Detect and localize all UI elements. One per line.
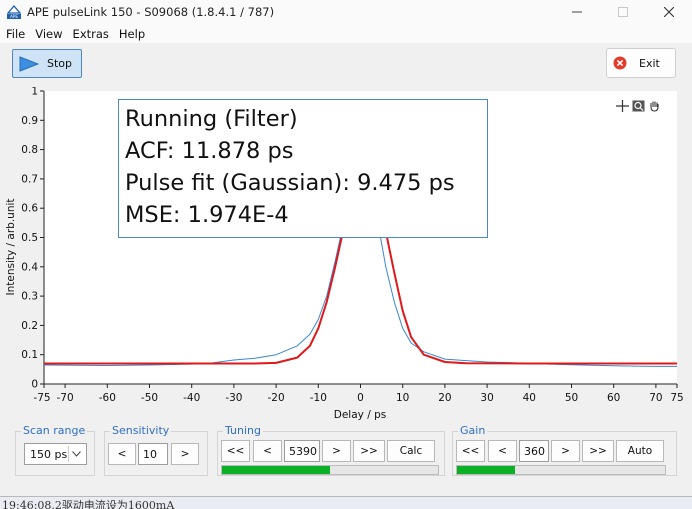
gain-forward-button[interactable]: > — [551, 440, 580, 462]
tuning-calc-button[interactable]: Calc — [387, 440, 435, 462]
tuning-forward-button[interactable]: > — [322, 440, 351, 462]
y-tick-label: 0.6 — [21, 203, 38, 215]
close-button[interactable] — [646, 0, 692, 24]
play-icon — [19, 55, 39, 72]
x-tick-label: -75 — [33, 392, 50, 404]
scan-range-select[interactable]: 150 ps — [24, 443, 87, 465]
menu-file[interactable]: File — [0, 27, 30, 41]
scan-range-group: Scan range 150 ps — [15, 425, 95, 476]
stop-button[interactable]: Stop — [12, 49, 82, 78]
fit-mse: MSE: 1.974E-4 — [125, 202, 289, 228]
tuning-progress-fill — [222, 466, 330, 474]
maximize-button[interactable] — [600, 0, 646, 24]
sensitivity-input[interactable]: 10 — [138, 443, 168, 465]
fit-acf: ACF: 11.878 ps — [125, 138, 294, 164]
x-tick-label: 10 — [396, 392, 409, 404]
ape-logo-icon: APE — [6, 5, 22, 19]
x-tick-label: -30 — [225, 392, 242, 404]
gain-auto-button[interactable]: Auto — [616, 440, 664, 462]
gain-back-button[interactable]: < — [488, 440, 517, 462]
control-groups: Scan range 150 ps Sensitivity < 10 > Tun… — [0, 422, 692, 497]
y-tick-label: 0.4 — [21, 261, 38, 273]
y-tick-label: 1 — [31, 87, 38, 98]
gain-group: Gain << < 360 > >> Auto — [452, 425, 677, 476]
stop-button-label: Stop — [47, 57, 73, 70]
plot-area[interactable]: -75 -70 -60 -50 -40 -30 -20 -10 0 10 20 30 40 50 60 70 7… — [0, 87, 692, 422]
x-tick-label: 0 — [357, 392, 364, 404]
sensitivity-group: Sensitivity < 10 > — [104, 425, 208, 476]
toolbar: Stop Exit — [0, 43, 692, 87]
exit-button-label: Exit — [639, 56, 660, 70]
y-tick-label: 0.5 — [21, 232, 38, 244]
maximize-icon — [618, 7, 628, 17]
x-tick-label: -20 — [268, 392, 285, 404]
tuning-group: Tuning << < 5390 > >> Calc — [217, 425, 445, 476]
minimize-icon — [572, 11, 582, 13]
gain-title: Gain — [458, 424, 488, 437]
menu-bar: File View Extras Help — [0, 24, 692, 43]
fit-pulse: Pulse fit (Gaussian): 9.475 ps — [125, 170, 455, 196]
main-window: APE APE pulseLink 150 - S09068 (1.8.4.1 … — [0, 0, 692, 497]
gain-fast-back-button[interactable]: << — [456, 440, 485, 462]
exit-icon — [613, 56, 627, 70]
gain-fast-forward-button[interactable]: >> — [582, 440, 614, 462]
window-controls — [554, 0, 692, 24]
title-bar: APE APE pulseLink 150 - S09068 (1.8.4.1 … — [0, 0, 692, 24]
x-tick-label: -10 — [310, 392, 327, 404]
menu-help[interactable]: Help — [114, 27, 150, 41]
close-icon — [664, 7, 674, 17]
x-tick-label: -60 — [99, 392, 116, 404]
y-tick-label: 0.2 — [21, 320, 38, 332]
minimize-button[interactable] — [554, 0, 600, 24]
scan-range-value: 150 ps — [30, 447, 68, 461]
tuning-progress-bar — [221, 465, 439, 475]
chevron-down-icon — [68, 446, 84, 462]
x-tick-label: 50 — [565, 392, 578, 404]
y-ticks: 0 0.1 0.2 0.3 0.4 0.5 0.6 0.7 0.8 0.9 1 — [21, 87, 44, 391]
exit-button[interactable]: Exit — [606, 48, 676, 78]
zoom-icon[interactable] — [631, 99, 645, 112]
gain-progress-fill — [457, 466, 516, 474]
y-tick-label: 0.1 — [21, 349, 38, 361]
svg-text:APE: APE — [10, 14, 18, 19]
menu-view[interactable]: View — [30, 27, 67, 41]
y-tick-label: 0.3 — [21, 291, 38, 303]
x-tick-label: -40 — [183, 392, 200, 404]
window-title: APE pulseLink 150 - S09068 (1.8.4.1 / 78… — [27, 5, 275, 19]
x-tick-label: -70 — [57, 392, 74, 404]
x-tick-label: 30 — [480, 392, 493, 404]
pan-hand-icon[interactable] — [647, 99, 661, 112]
x-axis-label: Delay / ps — [334, 409, 386, 421]
tuning-back-button[interactable]: < — [253, 440, 282, 462]
y-axis-label: Intensity / arb.unit — [5, 198, 17, 295]
x-tick-label: -50 — [141, 392, 158, 404]
sensitivity-increase-button[interactable]: > — [171, 443, 199, 465]
y-tick-label: 0.9 — [21, 115, 38, 127]
menu-extras[interactable]: Extras — [68, 27, 114, 41]
plot-tools — [615, 99, 661, 112]
tuning-title: Tuning — [223, 424, 264, 437]
status-log-line: 19:46:08.2驱动电流设为1600mA — [2, 499, 175, 509]
sensitivity-title: Sensitivity — [110, 424, 172, 437]
tuning-fast-forward-button[interactable]: >> — [353, 440, 385, 462]
gain-progress-bar — [456, 465, 666, 475]
tuning-input[interactable]: 5390 — [284, 440, 320, 462]
x-tick-label: 40 — [523, 392, 536, 404]
y-tick-label: 0 — [31, 379, 38, 391]
x-tick-label: 60 — [607, 392, 620, 404]
fit-status: Running (Filter) — [125, 106, 298, 132]
y-tick-label: 0.8 — [21, 144, 38, 156]
crosshair-icon[interactable] — [615, 99, 629, 112]
x-tick-label: 75 — [670, 392, 683, 404]
scan-range-title: Scan range — [21, 424, 88, 437]
tuning-fast-back-button[interactable]: << — [221, 440, 250, 462]
x-tick-label: 70 — [649, 392, 662, 404]
x-tick-label: 20 — [438, 392, 451, 404]
fit-info-box: Running (Filter) ACF: 11.878 ps Pulse fi… — [118, 99, 488, 238]
sensitivity-decrease-button[interactable]: < — [108, 443, 136, 465]
gain-input[interactable]: 360 — [519, 440, 549, 462]
x-ticks: -75 -70 -60 -50 -40 -30 -20 -10 0 10 20 30 40 50 60 70 7… — [33, 384, 684, 404]
y-tick-label: 0.7 — [21, 173, 38, 185]
